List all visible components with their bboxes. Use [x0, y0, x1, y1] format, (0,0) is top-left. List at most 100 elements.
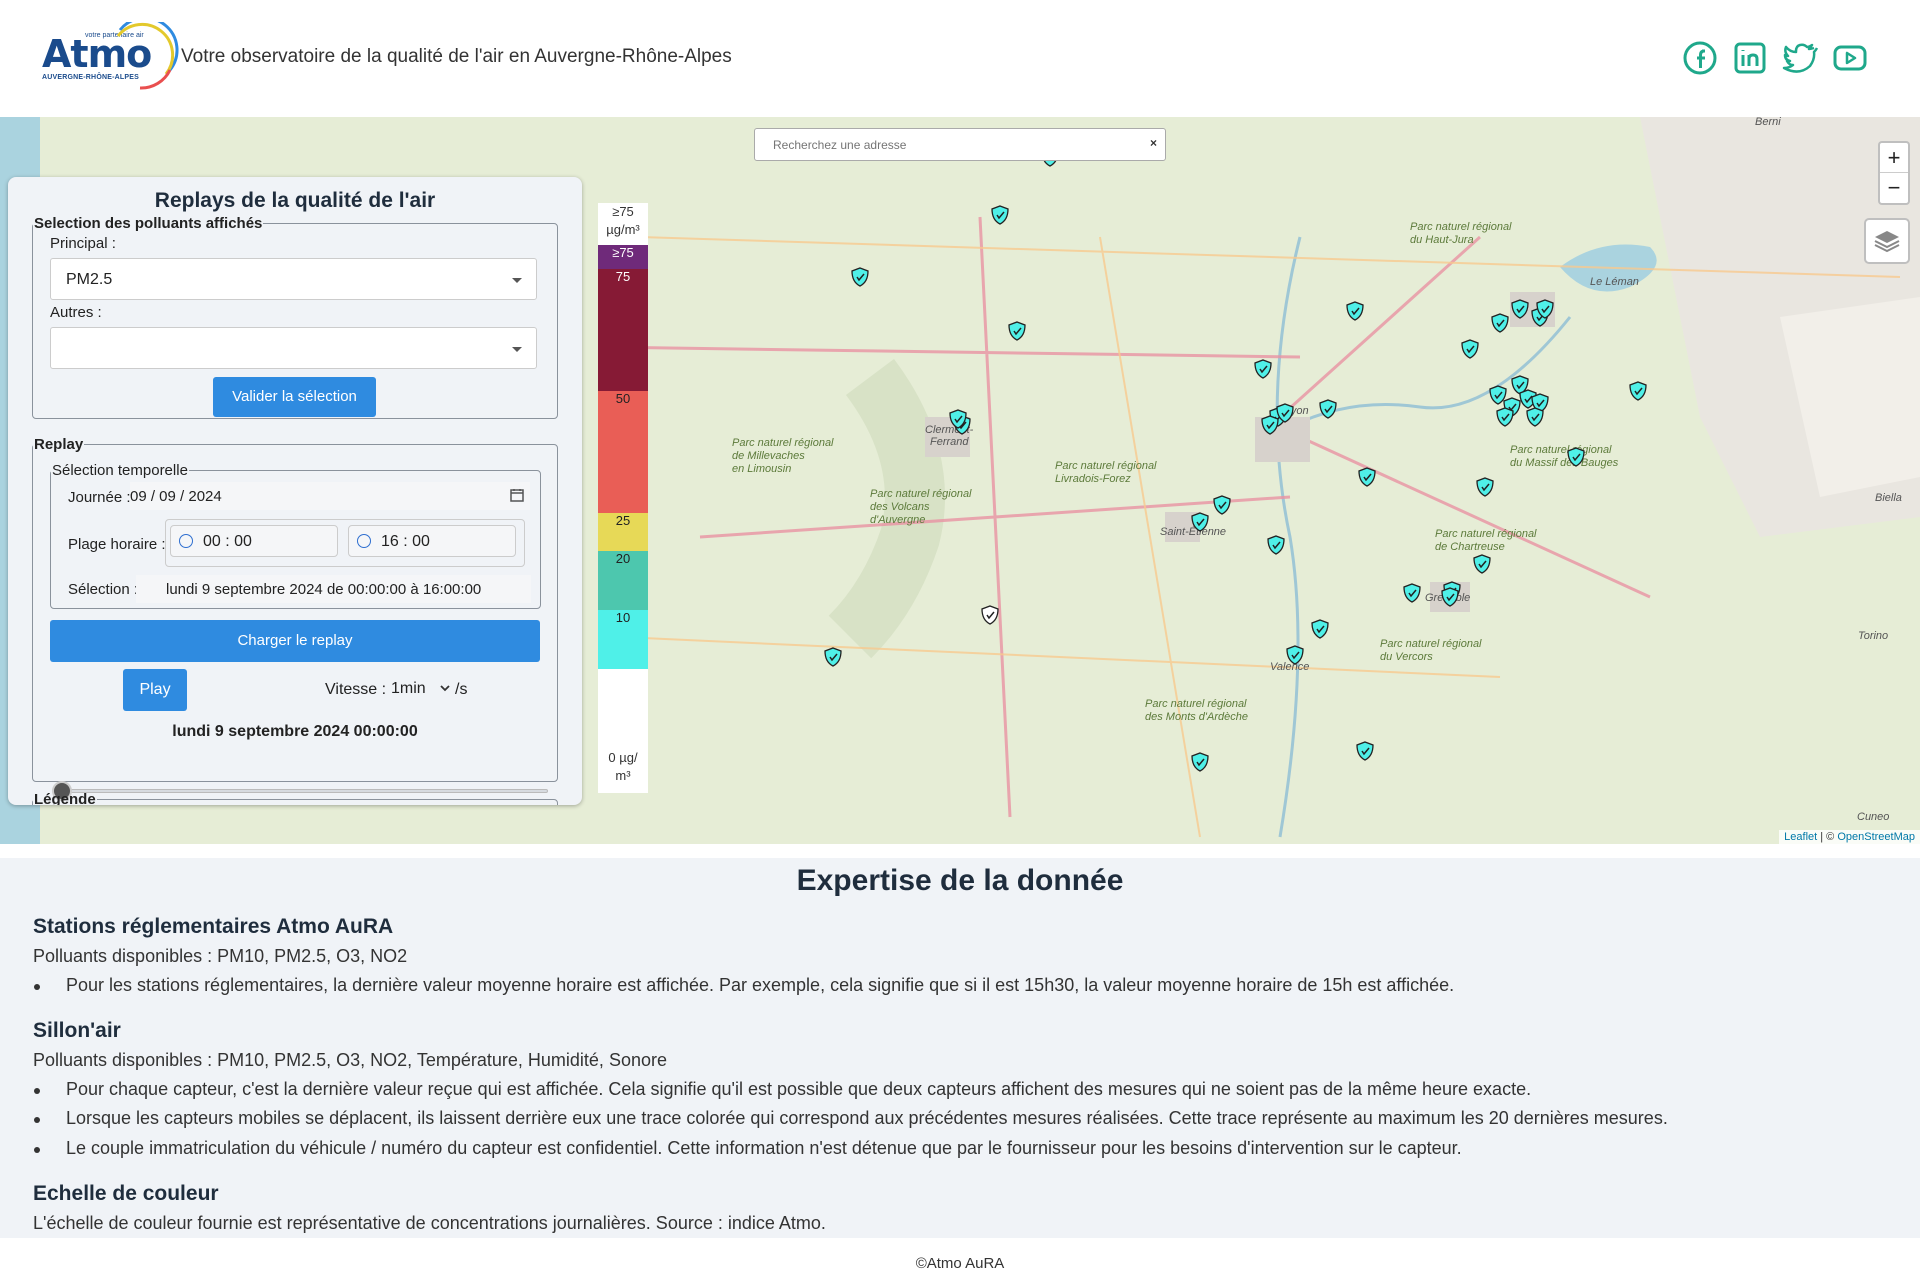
svg-text:Saint-Étienne: Saint-Étienne	[1160, 525, 1226, 538]
scale-top-label: ≥75	[612, 204, 634, 219]
svg-text:du Vercors: du Vercors	[1380, 651, 1433, 663]
zoom-control: + −	[1878, 141, 1910, 205]
scale-segment: 25	[598, 513, 648, 551]
svg-text:Parc naturel régional: Parc naturel régional	[1410, 221, 1512, 233]
panel-title: Replays de la qualité de l'air	[154, 189, 436, 212]
youtube-icon[interactable]	[1832, 40, 1868, 76]
speed-unit: /s	[455, 681, 468, 698]
svg-text:en Limousin: en Limousin	[732, 463, 791, 475]
layers-button[interactable]	[1864, 218, 1910, 264]
replay-panel: Replays de la qualité de l'air Selection…	[8, 177, 582, 805]
day-input[interactable]: 09 / 09 / 2024	[130, 482, 530, 510]
calendar-icon[interactable]	[510, 488, 524, 502]
current-time: lundi 9 septembre 2024 00:00:00	[172, 723, 418, 740]
autres-label: Autres :	[50, 304, 102, 321]
atmo-logo[interactable]: Atmo votre partenaire air AUVERGNE-RHÔNE…	[40, 22, 179, 92]
svg-text:du Haut-Jura: du Haut-Jura	[1410, 234, 1474, 246]
replay-legend: Replay	[34, 436, 84, 453]
svg-text:Le Léman: Le Léman	[1590, 276, 1639, 288]
principal-label: Principal :	[50, 235, 116, 252]
map-attribution: Leaflet | © OpenStreetMap	[1779, 830, 1920, 844]
layers-icon	[1874, 231, 1900, 253]
chevron-down-icon	[512, 278, 522, 283]
svg-text:Parc naturel régional: Parc naturel régional	[1145, 698, 1247, 710]
range-end-input[interactable]: 16 : 00	[348, 525, 516, 557]
svg-text:de Chartreuse: de Chartreuse	[1435, 541, 1505, 553]
list-item: Lorsque les capteurs mobiles se déplacen…	[34, 1108, 1668, 1128]
speed-label: Vitesse :	[325, 681, 387, 698]
clock-icon	[357, 534, 371, 548]
list-item: Le couple immatriculation du véhicule / …	[34, 1138, 1462, 1158]
section-sillonair-title: Sillon'air	[33, 1019, 121, 1042]
svg-text:d'Auvergne: d'Auvergne	[870, 514, 925, 526]
footer: ©Atmo AuRA	[0, 1238, 1920, 1277]
play-button[interactable]: Play	[123, 669, 187, 711]
day-label: Journée :	[68, 489, 131, 506]
autres-select[interactable]	[50, 327, 537, 369]
address-search[interactable]: ×	[754, 128, 1166, 161]
svg-text:Livradois-Forez: Livradois-Forez	[1055, 473, 1131, 485]
section-stations-pollutants: Polluants disponibles : PM10, PM2.5, O3,…	[33, 946, 408, 966]
legend-fieldset: Légende	[32, 791, 558, 805]
color-scale: ≥75 µg/m³ ≥75 75 50 25 20 10 0 µg/ m³	[598, 203, 648, 793]
range-label: Plage horaire :	[68, 536, 166, 553]
svg-text:Parc naturel régional: Parc naturel régional	[1510, 444, 1612, 456]
svg-text:Berni: Berni	[1755, 117, 1781, 128]
scale-bottom-unit: m³	[615, 768, 631, 783]
svg-text:Ferrand: Ferrand	[930, 436, 969, 448]
svg-text:Parc naturel régional: Parc naturel régional	[1055, 460, 1157, 472]
expertise-title: Expertise de la donnée	[796, 864, 1124, 897]
svg-text:Parc naturel régional: Parc naturel régional	[870, 488, 972, 500]
linkedin-icon[interactable]	[1732, 40, 1768, 76]
chevron-down-icon	[512, 347, 522, 352]
range-start-input[interactable]: 00 : 00	[170, 525, 338, 557]
header: Atmo votre partenaire air AUVERGNE-RHÔNE…	[0, 0, 1920, 116]
leaflet-link[interactable]: Leaflet	[1784, 831, 1817, 843]
facebook-icon[interactable]	[1682, 40, 1718, 76]
svg-text:de Millevaches: de Millevaches	[732, 450, 805, 462]
list-item: Pour chaque capteur, c'est la dernière v…	[33, 1079, 1532, 1099]
clock-icon	[179, 534, 193, 548]
twitter-icon[interactable]	[1782, 40, 1818, 76]
validate-selection-button[interactable]: Valider la sélection	[213, 377, 376, 417]
speed-select[interactable]: 1min	[388, 675, 454, 703]
list-item: Pour les stations réglementaires, la der…	[33, 975, 1455, 995]
legend-title: Légende	[34, 791, 96, 805]
time-selection-legend: Sélection temporelle	[52, 462, 188, 479]
svg-text:Biella: Biella	[1875, 492, 1902, 504]
expertise-section: Expertise de la donnée Stations réglemen…	[0, 858, 1920, 1238]
header-title: Votre observatoire de la qualité de l'ai…	[181, 46, 732, 67]
osm-link[interactable]: OpenStreetMap	[1837, 831, 1915, 843]
scale-segment: 75	[598, 269, 648, 391]
load-replay-button[interactable]: Charger le replay	[50, 620, 540, 662]
svg-text:Cuneo: Cuneo	[1857, 811, 1889, 823]
scale-segment: ≥75	[598, 245, 648, 269]
svg-text:Parc naturel régional: Parc naturel régional	[1380, 638, 1482, 650]
section-stations-title: Stations réglementaires Atmo AuRA	[33, 915, 394, 938]
section-scale-title: Echelle de couleur	[33, 1182, 219, 1205]
scale-bottom-label: 0 µg/	[608, 750, 638, 765]
zoom-in-button[interactable]: +	[1880, 143, 1908, 173]
svg-text:des Volcans: des Volcans	[870, 501, 930, 513]
principal-select[interactable]: PM2.5	[50, 258, 537, 300]
svg-text:Parc naturel régional: Parc naturel régional	[732, 437, 834, 449]
svg-text:Valence: Valence	[1270, 661, 1309, 673]
zoom-out-button[interactable]: −	[1880, 173, 1908, 203]
clear-search-icon[interactable]: ×	[1150, 136, 1157, 150]
scale-segment: 20	[598, 551, 648, 610]
section-sillonair-pollutants: Polluants disponibles : PM10, PM2.5, O3,…	[33, 1050, 667, 1070]
chevron-down-icon	[440, 685, 450, 692]
section-scale-text: L'échelle de couleur fournie est représe…	[33, 1213, 826, 1233]
svg-text:des Monts d'Ardèche: des Monts d'Ardèche	[1145, 711, 1248, 723]
pollutants-legend: Selection des polluants affichés	[34, 215, 263, 232]
svg-text:Parc naturel régional: Parc naturel régional	[1435, 528, 1537, 540]
address-search-input[interactable]	[755, 129, 1125, 160]
scale-segment: 50	[598, 391, 648, 513]
social-links	[1682, 40, 1868, 76]
scale-segment: 10	[598, 610, 648, 669]
selection-label: Sélection :	[68, 581, 139, 598]
svg-text:Torino: Torino	[1858, 630, 1888, 642]
svg-text:du Massif des Bauges: du Massif des Bauges	[1510, 457, 1619, 469]
scale-top-unit: µg/m³	[606, 222, 640, 237]
map[interactable]: Berni Lyon Clermont- Ferrand Saint-Étien…	[0, 117, 1920, 844]
